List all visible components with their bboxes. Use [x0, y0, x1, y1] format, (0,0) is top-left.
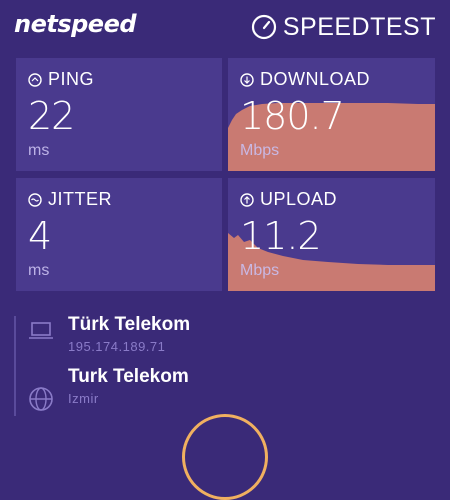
server-row[interactable]: Turk Telekom Izmir [28, 366, 189, 412]
header: netspeed SPEEDTEST [0, 0, 450, 52]
upload-value: 11.2 [240, 214, 322, 258]
server-name: Turk Telekom [68, 366, 189, 387]
ping-label: PING [48, 69, 95, 89]
download-label: DOWNLOAD [260, 69, 371, 89]
jitter-unit: ms [28, 262, 50, 279]
jitter-value: 4 [28, 214, 52, 258]
download-card: DOWNLOAD 180.7 Mbps [228, 58, 435, 171]
provider-ip: 195.174.189.71 [68, 339, 166, 354]
upload-label: UPLOAD [260, 189, 338, 209]
ping-unit: ms [28, 142, 50, 159]
ping-value: 22 [28, 94, 75, 138]
download-icon [240, 72, 254, 87]
upload-card: UPLOAD 11.2 Mbps [228, 178, 435, 291]
jitter-card: JITTER 4 ms [16, 178, 222, 291]
speedometer-icon [251, 14, 276, 40]
upload-icon [240, 192, 254, 207]
download-value: 180.7 [240, 94, 345, 138]
brand-logo: netspeed [14, 10, 137, 38]
upload-unit: Mbps [240, 262, 280, 279]
speedtest-title: SPEEDTEST [251, 12, 436, 42]
connection-divider [14, 316, 16, 416]
jitter-icon [28, 192, 42, 207]
jitter-label: JITTER [48, 189, 112, 209]
ping-icon [28, 72, 42, 87]
ping-card: PING 22 ms [16, 58, 222, 171]
globe-icon [29, 387, 53, 411]
app-title: SPEEDTEST [282, 12, 436, 41]
provider-row[interactable]: Türk Telekom 195.174.189.71 [28, 314, 190, 354]
server-city: Izmir [68, 391, 99, 406]
download-unit: Mbps [240, 142, 280, 159]
go-button[interactable] [182, 414, 268, 500]
laptop-icon [29, 322, 53, 339]
provider-name: Türk Telekom [68, 314, 191, 335]
